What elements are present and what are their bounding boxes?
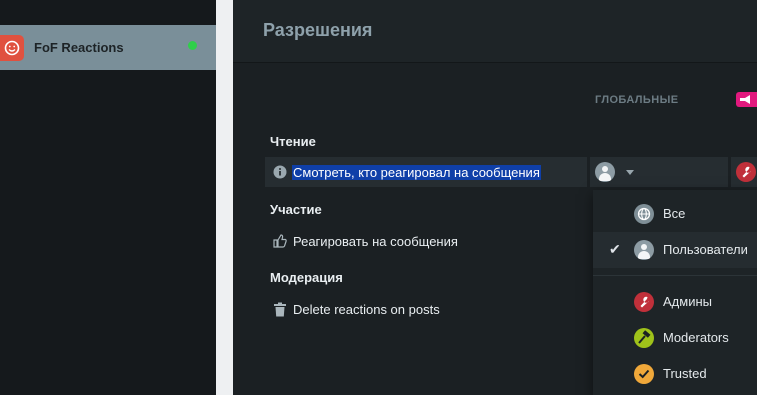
global-permission-select[interactable] (590, 157, 728, 187)
page-title: Разрешения (263, 20, 373, 40)
user-icon (595, 162, 615, 182)
section-title-participation: Участие (270, 202, 322, 217)
thumbs-up-icon (273, 234, 287, 253)
check-icon (634, 364, 654, 384)
globe-icon (634, 204, 654, 224)
main-panel: Разрешения ГЛОБАЛЬНЫЕ Чтение Смотреть, к… (233, 0, 757, 395)
dropdown-divider (593, 275, 757, 276)
dropdown-item-trusted[interactable]: Trusted (593, 356, 757, 392)
dropdown-item-label: Пользователи (663, 242, 748, 257)
sidebar: FoF Reactions (0, 0, 216, 395)
dropdown-item-label: Все (663, 206, 686, 221)
scroll-gutter (216, 0, 233, 395)
section-title-reading: Чтение (270, 134, 316, 149)
tag-badge[interactable] (736, 92, 757, 107)
permission-label: Смотреть, кто реагировал на сообщения (292, 165, 541, 180)
wrench-icon (634, 292, 654, 312)
column-header-global: ГЛОБАЛЬНЫЕ (595, 94, 679, 106)
permission-row-react[interactable]: Реагировать на сообщения (265, 226, 587, 256)
group-dropdown-menu: Все ✔ Пользователи Админы Moderators Tru… (593, 190, 757, 395)
info-circle-icon (273, 165, 287, 184)
page-header: Разрешения (233, 0, 757, 63)
admin-permission-cell[interactable] (731, 157, 757, 187)
trash-icon (273, 302, 287, 322)
megaphone-icon (740, 95, 750, 104)
hammer-icon (634, 328, 654, 348)
dropdown-item-label: Админы (663, 294, 712, 309)
permission-row-delete-reactions[interactable]: Delete reactions on posts (265, 294, 587, 324)
dropdown-item-label: Trusted (663, 366, 707, 381)
wrench-icon (736, 162, 756, 182)
dropdown-item-everyone[interactable]: Все (593, 196, 757, 232)
smile-icon (0, 35, 24, 61)
dropdown-item-label: Moderators (663, 330, 729, 345)
extension-name: FoF Reactions (34, 40, 124, 55)
permission-label: Реагировать на сообщения (293, 234, 458, 249)
dropdown-item-moderators[interactable]: Moderators (593, 320, 757, 356)
checkmark-icon: ✔ (609, 241, 621, 257)
sidebar-item-fof-reactions[interactable]: FoF Reactions (0, 25, 216, 70)
permission-label: Delete reactions on posts (293, 302, 440, 317)
dropdown-item-members[interactable]: ✔ Пользователи (593, 232, 757, 268)
user-icon (634, 240, 654, 260)
dropdown-item-admins[interactable]: Админы (593, 284, 757, 320)
chevron-down-icon (626, 170, 634, 175)
enabled-status-dot (188, 41, 197, 50)
permission-row-view-reactions[interactable]: Смотреть, кто реагировал на сообщения (265, 157, 587, 187)
section-title-moderation: Модерация (270, 270, 343, 285)
